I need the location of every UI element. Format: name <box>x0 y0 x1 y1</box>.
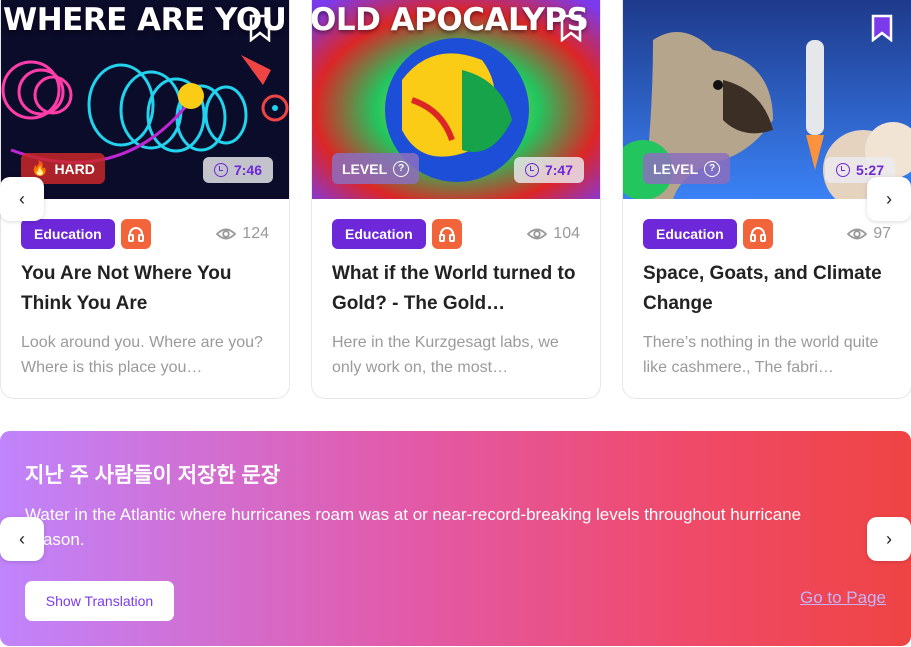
difficulty-label: HARD <box>54 160 95 177</box>
category-tag[interactable]: Education <box>332 219 426 249</box>
eye-icon <box>216 228 237 240</box>
card-title[interactable]: You Are Not Where You Think You Are <box>21 259 269 319</box>
banner-next-button[interactable]: › <box>867 517 911 561</box>
view-count: 104 <box>527 225 580 243</box>
view-count-text: 97 <box>873 225 891 242</box>
chevron-left-icon: ‹ <box>19 528 25 549</box>
banner-heading: 지난 주 사람들이 저장한 문장 <box>25 464 281 487</box>
video-thumbnail[interactable]: OLD APOCALYPS LEVEL ? 7:47 <box>312 0 600 199</box>
carousel-next-button[interactable]: › <box>867 177 911 221</box>
view-count-text: 124 <box>242 225 269 242</box>
thumbnail-text: OLD APOCALYPS <box>312 2 589 38</box>
clock-icon <box>524 163 539 177</box>
video-thumbnail[interactable]: LEVEL ? 5:27 <box>623 0 911 199</box>
view-count: 97 <box>847 225 891 243</box>
category-tag[interactable]: Education <box>643 219 737 249</box>
bookmark-icon[interactable] <box>249 14 271 42</box>
bookmark-icon[interactable] <box>560 14 582 42</box>
card-meta: Education 97 <box>643 219 891 249</box>
duration-text: 5:27 <box>855 162 884 178</box>
show-translation-button[interactable]: Show Translation <box>25 581 174 621</box>
category-tag[interactable]: Education <box>21 219 115 249</box>
chevron-right-icon: › <box>886 528 892 549</box>
level-label: LEVEL <box>653 160 699 177</box>
card-description: There’s nothing in the world quite like … <box>643 334 879 376</box>
video-card[interactable]: OLD APOCALYPS LEVEL ? 7:47 Education 104 <box>311 0 601 399</box>
headphones-icon[interactable] <box>431 219 462 249</box>
headphones-icon[interactable] <box>120 219 151 249</box>
card-description: Look around you. Where are you? Where is… <box>21 334 263 376</box>
card-meta: Education 124 <box>21 219 269 249</box>
thumbnail-text: WHERE ARE YOU <box>3 2 287 38</box>
video-thumbnail[interactable]: WHERE ARE YOU 🔥 HARD 7:46 <box>1 0 289 199</box>
saved-sentences-banner: 지난 주 사람들이 저장한 문장 Water in the Atlantic w… <box>0 431 911 646</box>
help-icon[interactable]: ? <box>393 160 410 177</box>
card-description: Here in the Kurzgesagt labs, we only wor… <box>332 334 559 376</box>
card-title[interactable]: What if the World turned to Gold? - The … <box>332 259 580 319</box>
video-card-carousel: WHERE ARE YOU 🔥 HARD 7:46 Education 124 <box>0 0 911 400</box>
card-title[interactable]: Space, Goats, and Climate Change <box>643 259 891 319</box>
banner-prev-button[interactable]: ‹ <box>0 517 44 561</box>
headphones-icon[interactable] <box>742 219 773 249</box>
level-badge: LEVEL ? <box>332 153 420 184</box>
clock-icon <box>213 163 228 177</box>
chevron-right-icon: › <box>886 188 892 209</box>
chevron-left-icon: ‹ <box>19 188 25 209</box>
view-count: 124 <box>216 225 269 243</box>
help-icon[interactable]: ? <box>704 160 721 177</box>
fire-icon: 🔥 <box>31 160 49 176</box>
duration-badge: 7:46 <box>202 157 273 183</box>
clock-icon <box>835 163 850 177</box>
duration-badge: 7:47 <box>513 157 584 183</box>
level-badge: LEVEL ? <box>643 153 731 184</box>
level-label: LEVEL <box>342 160 388 177</box>
carousel-prev-button[interactable]: ‹ <box>0 177 44 221</box>
duration-text: 7:46 <box>233 162 262 178</box>
card-meta: Education 104 <box>332 219 580 249</box>
saved-sentence: Water in the Atlantic where hurricanes r… <box>25 505 802 549</box>
eye-icon <box>527 228 548 240</box>
duration-text: 7:47 <box>544 162 573 178</box>
eye-icon <box>847 228 868 240</box>
bookmark-icon[interactable] <box>871 14 893 42</box>
view-count-text: 104 <box>553 225 580 242</box>
go-to-page-link[interactable]: Go to Page <box>800 588 886 608</box>
